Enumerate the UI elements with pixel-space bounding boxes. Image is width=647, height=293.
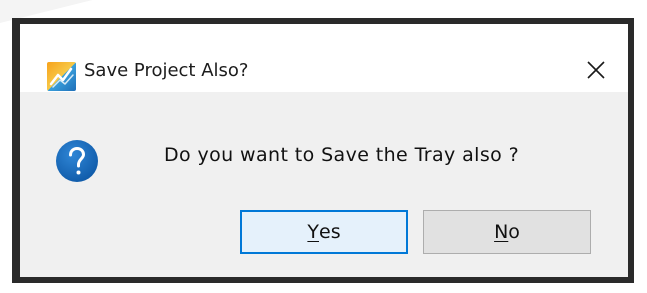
dialog-title: Save Project Also? xyxy=(84,60,249,81)
app-logo-icon xyxy=(47,62,76,91)
dialog-message: Do you want to Save the Tray also ? xyxy=(164,144,520,166)
yes-button-label: es xyxy=(319,221,341,243)
yes-button-mnemonic: Y xyxy=(307,221,319,243)
save-project-dialog: Save Project Also? Do you want to Save t… xyxy=(20,24,628,277)
no-button[interactable]: No xyxy=(423,210,591,254)
question-icon xyxy=(56,140,98,182)
close-icon xyxy=(587,61,605,79)
title-bar[interactable]: Save Project Also? xyxy=(20,24,628,92)
close-button[interactable] xyxy=(582,56,610,84)
no-button-mnemonic: N xyxy=(494,221,509,243)
no-button-label: o xyxy=(508,221,520,243)
yes-button[interactable]: Yes xyxy=(240,210,408,254)
